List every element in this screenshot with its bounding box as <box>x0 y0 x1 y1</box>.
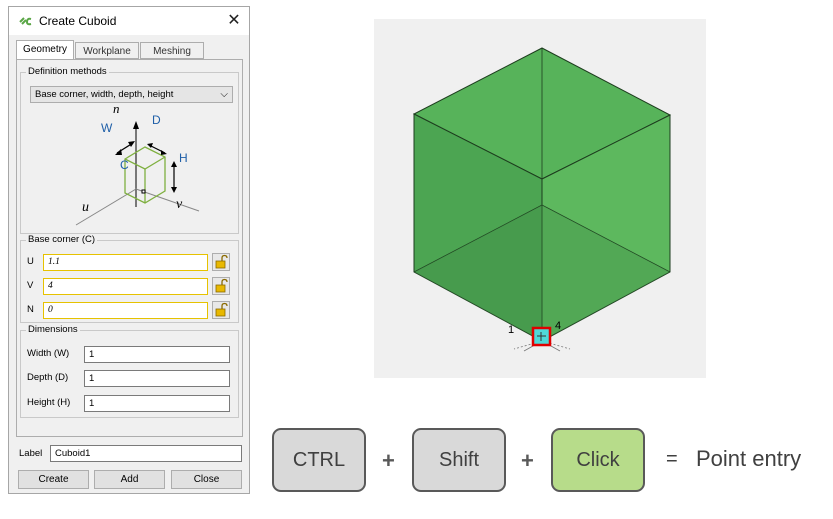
height-label: Height (H) <box>27 397 71 408</box>
base-corner-group: Base corner (C) U 1.1 V 4 N 0 <box>20 234 239 323</box>
v-input[interactable]: 4 <box>43 278 208 295</box>
tab-meshing[interactable]: Meshing <box>140 42 204 59</box>
point-label-1: 1 <box>508 324 514 336</box>
create-button[interactable]: Create <box>18 470 89 489</box>
add-button[interactable]: Add <box>94 470 165 489</box>
v-label: V <box>27 280 34 291</box>
dialog-title: Create Cuboid <box>39 14 117 28</box>
u-lock-icon[interactable] <box>212 253 230 271</box>
definition-method-value: Base corner, width, depth, height <box>35 89 174 100</box>
v-lock-icon[interactable] <box>212 277 230 295</box>
diagram-label-c: C <box>120 158 129 172</box>
chevron-down-icon: ⌵ <box>220 89 228 100</box>
label-caption: Label <box>19 448 43 459</box>
tab-geometry[interactable]: Geometry <box>16 40 74 60</box>
n-input[interactable]: 0 <box>43 302 208 319</box>
point-label-4: 4 <box>555 320 561 332</box>
width-input[interactable]: 1 <box>84 346 230 363</box>
plus-sign-2: + <box>521 448 534 473</box>
dimensions-legend: Dimensions <box>26 324 80 335</box>
definition-method-select[interactable]: Base corner, width, depth, height ⌵ <box>30 86 233 103</box>
diagram-label-w: W <box>101 121 113 135</box>
geometry-panel: Definition methods Base corner, width, d… <box>16 59 243 437</box>
diagram-label-v: v <box>176 197 183 212</box>
shift-key: Shift <box>412 428 506 492</box>
click-key: Click <box>551 428 645 492</box>
height-input[interactable]: 1 <box>84 395 230 412</box>
diagram-label-d: D <box>152 113 161 127</box>
tab-workplane[interactable]: Workplane <box>75 42 139 59</box>
shortcut-result-text: Point entry <box>696 446 802 471</box>
u-input[interactable]: 1.1 <box>43 254 208 271</box>
definition-methods-group: Definition methods Base corner, width, d… <box>20 66 239 234</box>
title-bar[interactable]: Create Cuboid ✕ <box>9 7 249 35</box>
dimensions-group: Dimensions Width (W) 1 Depth (D) 1 Heigh… <box>20 324 239 418</box>
depth-label: Depth (D) <box>27 372 69 383</box>
equals-sign: = <box>666 448 678 470</box>
label-input[interactable]: Cuboid1 <box>50 445 242 462</box>
definition-methods-legend: Definition methods <box>26 66 109 77</box>
close-button[interactable]: Close <box>171 470 242 489</box>
close-icon[interactable]: ✕ <box>225 12 243 30</box>
ctrl-key: CTRL <box>272 428 366 492</box>
n-lock-icon[interactable] <box>212 301 230 319</box>
base-corner-legend: Base corner (C) <box>26 234 98 245</box>
diagram-label-n: n <box>113 101 120 116</box>
cuboid-model[interactable]: 1 4 <box>374 19 706 378</box>
depth-input[interactable]: 1 <box>84 370 230 387</box>
3d-viewport[interactable]: 1 4 <box>374 19 706 378</box>
cuboid-app-icon <box>19 17 32 26</box>
width-label: Width (W) <box>27 348 70 359</box>
n-label: N <box>27 304 34 315</box>
plus-sign-1: + <box>382 448 395 473</box>
diagram-label-h: H <box>179 151 188 165</box>
create-cuboid-dialog: Create Cuboid ✕ Geometry Workplane Meshi… <box>8 6 250 494</box>
diagram-label-u: u <box>82 200 89 215</box>
u-label: U <box>27 256 34 267</box>
